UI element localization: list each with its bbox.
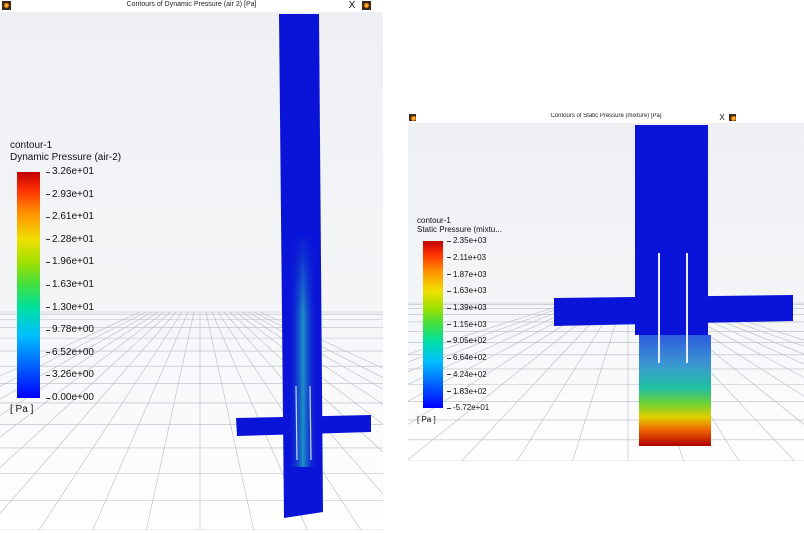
- legend-variable-name: Dynamic Pressure (air-2): [10, 152, 122, 163]
- colorbar-tick-label: 6.52e+00: [46, 346, 94, 358]
- colormap-legend: contour-1 Static Pressure (mixtu... 2.35…: [417, 216, 527, 426]
- graphics-viewport[interactable]: contour-1 Static Pressure (mixtu... 2.35…: [408, 123, 804, 461]
- colorbar-tick-label: 1.63e+03: [447, 286, 487, 296]
- colorbar-tick-label: 1.39e+03: [447, 303, 487, 312]
- legend-variable-name: Static Pressure (mixtu...: [417, 225, 502, 234]
- colorbar-tick-label: 2.93e+01: [46, 188, 94, 200]
- colorbar-tick-label: 1.30e+01: [46, 301, 94, 313]
- colorbar-tick-label: 2.61e+01: [46, 211, 94, 223]
- colorbar: [423, 241, 443, 408]
- colorbar-tick-label: 1.96e+01: [46, 256, 94, 268]
- window-title: Contours of Static Pressure (mixture) [P…: [550, 113, 662, 119]
- close-button[interactable]: X: [717, 113, 727, 123]
- colorbar-tick-label: 2.28e+01: [46, 233, 94, 245]
- colorbar-tick-label: 1.87e+03: [447, 269, 487, 279]
- lower-column-pressure-gradient: [639, 335, 711, 446]
- legend-unit: [ Pa ]: [417, 415, 436, 424]
- colorbar-tick-label: 9.78e+00: [46, 324, 94, 336]
- graphics-viewport[interactable]: contour-1 Dynamic Pressure (air-2) 3.26e…: [0, 12, 383, 530]
- window-titlebar[interactable]: Contours of Static Pressure (mixture) [P…: [408, 113, 804, 123]
- colorbar-tick-label: 1.15e+03: [447, 319, 487, 329]
- window-title: Contours of Dynamic Pressure (air 2) [Pa…: [126, 1, 257, 8]
- colorbar-tick-label: 2.35e+03: [447, 236, 487, 246]
- colormap-legend: contour-1 Dynamic Pressure (air-2) 3.26e…: [10, 140, 130, 420]
- colorbar-tick-label: 3.26e+01: [46, 166, 94, 177]
- colorbar-tick-label: -5.72e+01: [446, 403, 490, 413]
- dynamic-pressure-window: Contours of Dynamic Pressure (air 2) [Pa…: [0, 0, 383, 530]
- colorbar-tick-label: 9.05e+02: [447, 336, 487, 346]
- colorbar: [17, 172, 40, 398]
- colorbar-tick-label: 1.83e+02: [447, 386, 487, 396]
- colorbar-tick-label: 3.26e+00: [46, 369, 94, 381]
- close-button[interactable]: X: [347, 0, 357, 12]
- jet-plume: [288, 237, 318, 467]
- legend-unit: [ Pa ]: [10, 404, 34, 415]
- colorbar-tick-label: 0.00e+00: [46, 392, 94, 403]
- static-pressure-window: Contours of Static Pressure (mixture) [P…: [408, 113, 804, 461]
- colorbar-tick-label: 6.64e+02: [447, 353, 487, 363]
- colorbar-tick-label: 4.24e+02: [447, 369, 487, 379]
- fluent-app-icon-secondary: [729, 114, 736, 121]
- window-titlebar[interactable]: Contours of Dynamic Pressure (air 2) [Pa…: [0, 0, 383, 12]
- fluent-app-icon-secondary: [362, 1, 371, 10]
- side-inlet-arms: [554, 295, 793, 326]
- colorbar-tick-label: 2.11e+03: [447, 252, 486, 262]
- legend-contour-name: contour-1: [10, 140, 53, 151]
- colorbar-tick-label: 1.63e+01: [46, 279, 94, 290]
- legend-contour-name: contour-1: [417, 216, 451, 225]
